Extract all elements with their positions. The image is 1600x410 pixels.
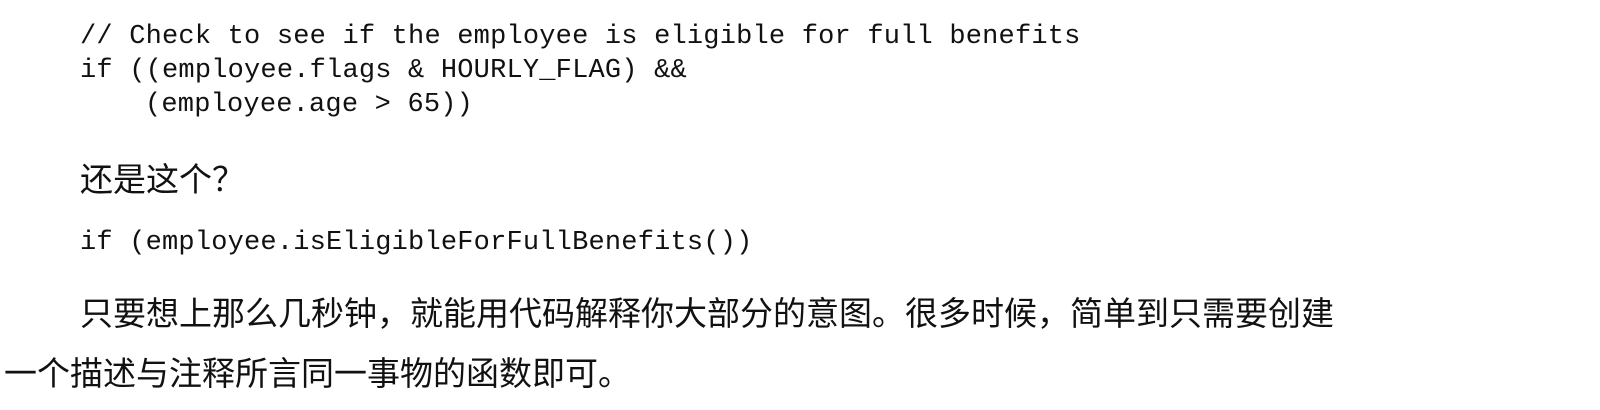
code-line-function-call: if (employee.isEligibleForFullBenefits()… <box>80 228 753 258</box>
code-line-age-condition: (employee.age > 65)) <box>145 90 474 120</box>
question-text: 还是这个？ <box>80 160 245 199</box>
paragraph-line-1: 只要想上那么几秒钟，就能用代码解释你大部分的意图。很多时候，简单到只需要创建 <box>80 294 1334 333</box>
code-block-function-version: if (employee.isEligibleForFullBenefits()… <box>80 226 753 260</box>
explanation-paragraph: 只要想上那么几秒钟，就能用代码解释你大部分的意图。很多时候，简单到只需要创建 一… <box>0 284 1560 404</box>
code-line-if-condition: if ((employee.flags & HOURLY_FLAG) && <box>80 56 687 86</box>
code-block-comment-version: // Check to see if the employee is eligi… <box>80 20 1081 122</box>
paragraph-line-2: 一个描述与注释所言同一事物的函数即可。 <box>4 354 631 393</box>
code-line-comment: // Check to see if the employee is eligi… <box>80 22 1081 52</box>
